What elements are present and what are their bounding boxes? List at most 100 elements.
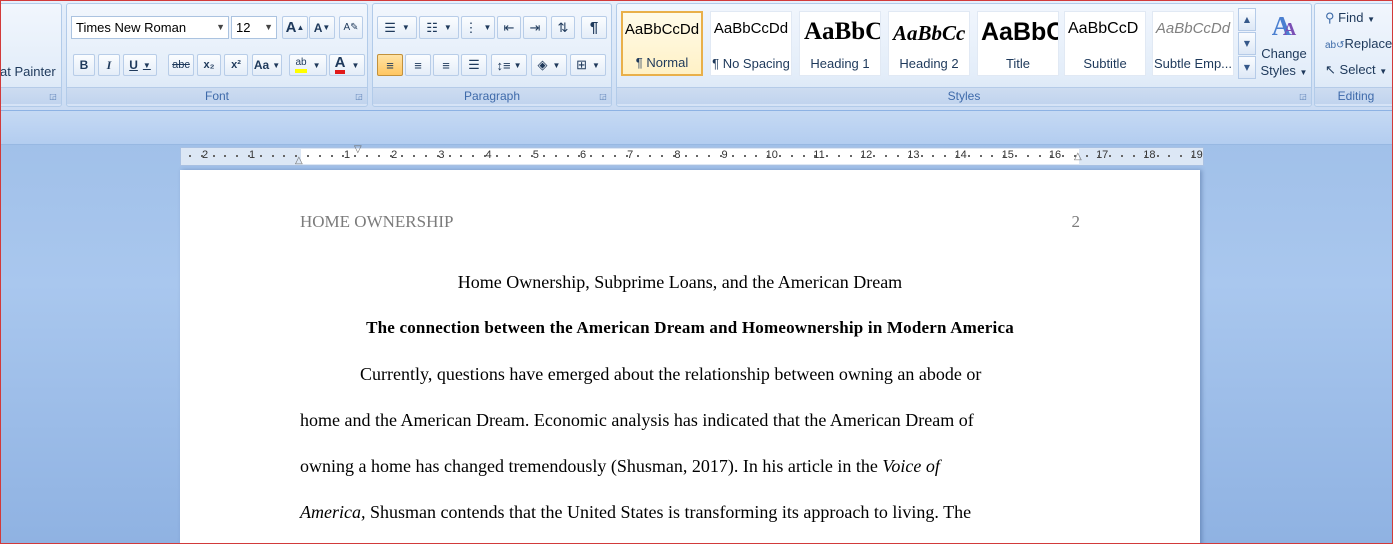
style-normal[interactable]: AaBbCcDd ¶ Normal — [621, 11, 703, 76]
justify-button[interactable]: ☰ — [461, 54, 487, 76]
paragraph-launcher-icon[interactable]: ◲ — [598, 92, 608, 102]
align-center-button[interactable]: ≡ — [405, 54, 431, 76]
bold-button[interactable]: B — [73, 54, 95, 76]
ruler-tick — [1109, 155, 1112, 157]
italic-button[interactable]: I — [98, 54, 120, 76]
font-launcher-icon[interactable]: ◲ — [354, 92, 364, 102]
ruler-tick — [531, 155, 534, 157]
replace-button[interactable]: ab↺Replace — [1325, 36, 1392, 51]
document-title: Home Ownership, Subprime Loans, and the … — [457, 272, 903, 292]
numbering-button[interactable]: ☷ ▼ — [419, 16, 459, 39]
align-right-icon: ≡ — [442, 57, 450, 73]
change-case-button[interactable]: Aa ▼ — [252, 54, 282, 76]
style-subtitle[interactable]: AaBbCcD Subtitle — [1064, 11, 1146, 76]
chevron-down-icon: ▼ — [351, 60, 360, 70]
sort-button[interactable]: ⇅ — [551, 16, 575, 39]
body-line-2: home and the American Dream. Economic an… — [300, 410, 974, 430]
document-page[interactable]: HOME OWNERSHIP 2 Home Ownership, Subprim… — [180, 170, 1200, 544]
ruler-tick — [283, 155, 286, 157]
style-sample: AaBbCcD — [1068, 20, 1139, 37]
ruler-tick — [743, 155, 746, 157]
ruler-tick — [967, 155, 970, 157]
style-name: Subtitle — [1083, 56, 1127, 71]
ruler-tick — [259, 155, 262, 157]
styles-launcher-icon[interactable]: ◲ — [1298, 92, 1308, 102]
gallery-more-icon[interactable]: ▼ — [1238, 56, 1256, 79]
clipboard-launcher-icon[interactable]: ◲ — [48, 92, 58, 102]
ruler-tick — [944, 155, 947, 157]
horizontal-ruler[interactable]: 2 1 ▽ △ △ 1 2 3 4 5 6 7 8 9 10 11 12 13 14 15 16 17 18 19 — [180, 145, 1204, 166]
ruler-label: 2 — [201, 149, 209, 161]
font-family-combo[interactable]: Times New Roman ▼ — [71, 16, 229, 39]
ruler-tick — [755, 155, 758, 157]
ruler-tick — [908, 155, 911, 157]
chevron-down-icon: ▼ — [443, 23, 452, 32]
font-color-button[interactable]: A ▼ — [329, 54, 365, 76]
style-sample: AaBbC — [981, 18, 1058, 46]
show-hide-button[interactable]: ¶ — [581, 16, 607, 39]
chevron-down-icon: ▼ — [1367, 15, 1375, 24]
styles-gallery-scroll: ▲ ▼ ▼ — [1238, 8, 1256, 80]
ruler-tick — [295, 155, 298, 157]
ruler-label: 4 — [485, 149, 492, 161]
strikethrough-button[interactable]: abc — [168, 54, 194, 76]
ruler-tick — [802, 155, 805, 157]
ruler-tick — [991, 155, 994, 157]
subscript-button[interactable]: x₂ — [197, 54, 221, 76]
right-indent-icon[interactable]: △ — [1074, 152, 1082, 162]
decrease-indent-button[interactable]: ⇤ — [497, 16, 521, 39]
gallery-up-icon[interactable]: ▲ — [1238, 8, 1256, 31]
first-line-indent-icon[interactable]: ▽ — [354, 145, 362, 155]
format-painter-button[interactable]: at Painter — [0, 64, 56, 79]
borders-button[interactable]: ⊞ ▼ — [570, 54, 606, 76]
ruler-tick — [932, 155, 935, 157]
ruler-tick — [484, 155, 486, 157]
pilcrow-icon: ¶ — [589, 19, 599, 36]
style-heading-2[interactable]: AaBbCc Heading 2 — [888, 11, 970, 76]
decrease-indent-icon: ⇤ — [503, 19, 515, 35]
ruler-tick — [873, 155, 876, 157]
style-subtle-emphasis[interactable]: AaBbCcDd Subtle Emp... — [1152, 11, 1234, 76]
ruler-tick — [708, 155, 711, 157]
superscript-button[interactable]: x² — [224, 54, 248, 76]
highlight-button[interactable]: ab ▼ — [289, 54, 327, 76]
font-group: Times New Roman ▼ 12 ▼ A ▲ A ▼ A✎ B I U ▼ a… — [66, 3, 368, 107]
subscript-icon: x₂ — [203, 59, 215, 71]
ruler-label: 9 — [721, 149, 728, 161]
line-spacing-button[interactable]: ↕≡ ▼ — [491, 54, 527, 76]
change-styles-button[interactable]: AA Change Styles ▼ — [1258, 8, 1310, 88]
increase-indent-button[interactable]: ⇥ — [523, 16, 547, 39]
font-size-combo[interactable]: 12 ▼ — [231, 16, 277, 39]
ruler-tick — [495, 155, 498, 157]
shrink-font-button[interactable]: A ▼ — [309, 16, 335, 39]
shading-button[interactable]: ◈ ▼ — [531, 54, 567, 76]
underline-button[interactable]: U ▼ — [123, 54, 157, 76]
font-color-icon: A — [334, 55, 346, 74]
ruler-tick — [849, 155, 852, 157]
style-sample: AaBbCcDd — [1155, 20, 1231, 37]
style-no-spacing[interactable]: AaBbCcDd ¶ No Spacing — [710, 11, 792, 76]
clear-formatting-button[interactable]: A✎ — [339, 16, 363, 39]
body-line-3: owning a home has changed tremendously (… — [300, 456, 1060, 477]
find-button[interactable]: ⚲ Find ▼ — [1325, 10, 1375, 26]
bold-icon: B — [79, 58, 89, 72]
bullets-button[interactable]: ☰ ▼ — [377, 16, 417, 39]
style-name: Heading 1 — [810, 56, 870, 71]
ruler-tick — [625, 155, 628, 157]
select-button[interactable]: ↖ Select ▼ — [1325, 62, 1387, 78]
grow-font-button[interactable]: A ▲ — [282, 16, 308, 39]
left-indent-icon[interactable]: △ — [295, 156, 303, 166]
style-title[interactable]: AaBbC Title — [977, 11, 1059, 76]
ruler-tick — [1156, 155, 1159, 157]
align-right-button[interactable]: ≡ — [433, 54, 459, 76]
chevron-down-icon: ▼ — [1379, 67, 1388, 76]
ruler-tick — [354, 155, 357, 157]
underline-icon: U — [129, 58, 138, 72]
chevron-down-icon: ▼ — [483, 23, 492, 32]
multilevel-list-button[interactable]: ⋮ ▼ — [461, 16, 495, 39]
style-heading-1[interactable]: AaBbC Heading 1 — [799, 11, 881, 76]
styles-group-label: Styles — [617, 87, 1311, 104]
align-left-button[interactable]: ≡ — [377, 54, 403, 76]
gallery-down-icon[interactable]: ▼ — [1238, 32, 1256, 55]
ruler-tick — [389, 155, 392, 157]
